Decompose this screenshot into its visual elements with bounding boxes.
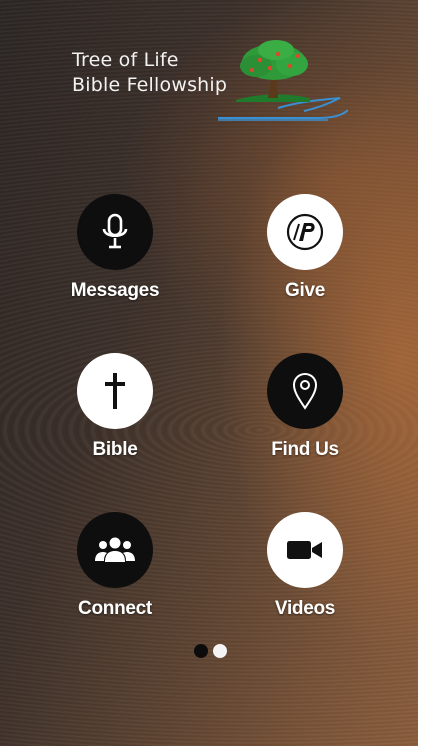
connect-label: Connect	[78, 598, 152, 619]
logo-text: Tree of Life Bible Fellowship	[72, 48, 227, 98]
give-label: Give	[285, 280, 325, 301]
messages-icon-circle	[77, 194, 153, 270]
connect-button[interactable]: Connect	[40, 512, 190, 632]
microphone-icon	[102, 213, 128, 249]
logo-line-2: Bible Fellowship	[72, 74, 228, 96]
videos-icon-circle	[267, 512, 343, 588]
church-logo: Tree of Life Bible Fellowship	[70, 38, 350, 126]
give-icon-circle	[267, 194, 343, 270]
page-dot-2-active[interactable]	[213, 644, 227, 658]
connect-icon-circle	[77, 512, 153, 588]
find-us-label: Find Us	[271, 439, 339, 460]
page-indicator	[194, 644, 234, 660]
bible-label: Bible	[92, 439, 138, 460]
video-camera-icon	[287, 541, 322, 559]
cross-icon	[105, 373, 125, 409]
give-button[interactable]: Give	[230, 194, 380, 314]
people-icon	[95, 537, 135, 562]
find-us-button[interactable]: Find Us	[230, 353, 380, 473]
map-pin-icon	[292, 372, 318, 410]
logo-line-1: Tree of Life	[72, 49, 179, 71]
tree-logo-icon	[218, 40, 348, 121]
page-dot-1[interactable]	[194, 644, 208, 658]
videos-button[interactable]: Videos	[230, 512, 380, 632]
bible-icon-circle	[77, 353, 153, 429]
home-screen: Tree of Life Bible Fellowship Messages G…	[0, 0, 418, 746]
videos-label: Videos	[274, 598, 336, 619]
find-us-icon-circle	[267, 353, 343, 429]
bible-button[interactable]: Bible	[40, 353, 190, 473]
messages-button[interactable]: Messages	[40, 194, 190, 314]
messages-label: Messages	[70, 280, 160, 301]
pushpay-icon	[286, 213, 324, 251]
